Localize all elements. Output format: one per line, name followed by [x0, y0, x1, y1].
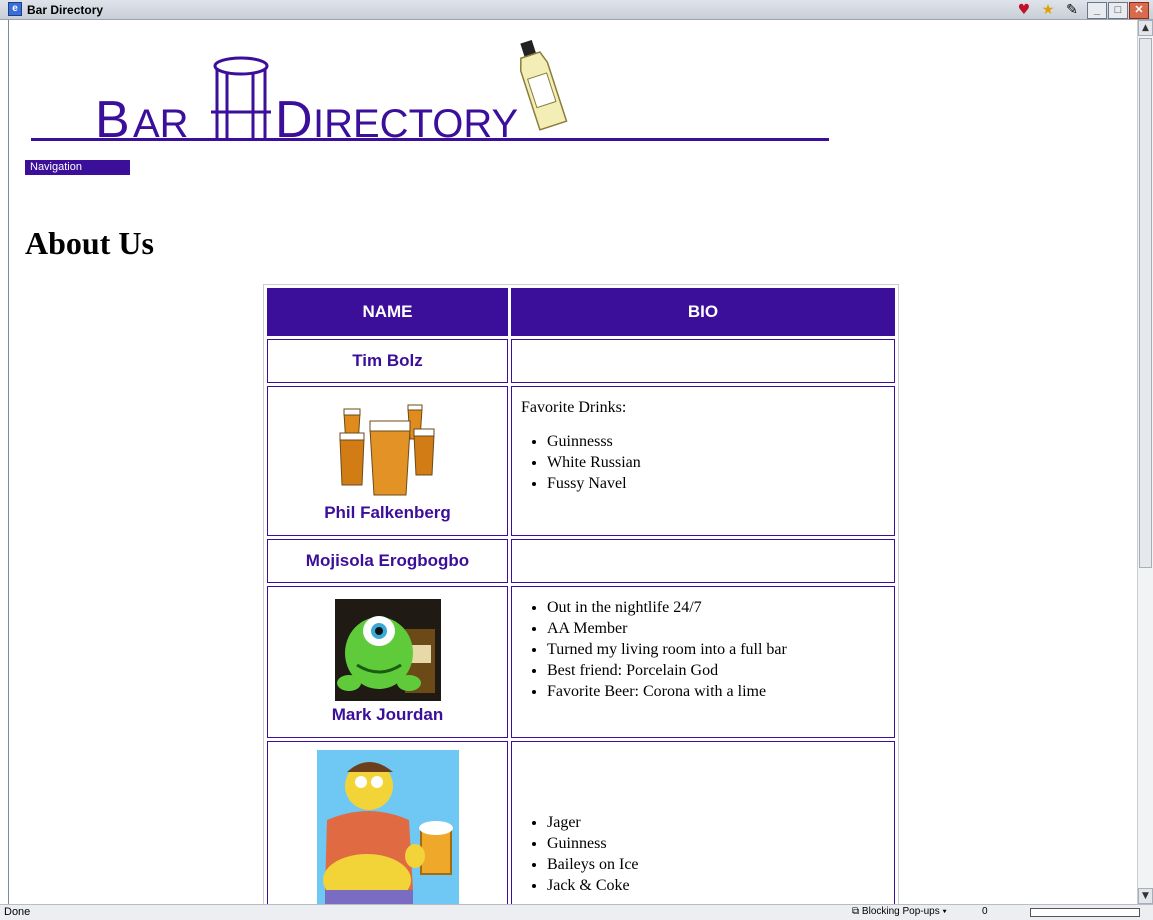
vertical-scrollbar[interactable]: ▲ ▼ [1137, 20, 1153, 904]
favorite-drinks-label: Favorite Drinks: [521, 399, 627, 416]
person-name: Mojisola Erogbogbo [305, 551, 470, 570]
popup-blocker-label: Blocking Pop-ups [861, 906, 940, 917]
person-name: Mark Jourdan [331, 705, 444, 724]
favorites-add-icon[interactable]: ★ [1039, 1, 1057, 19]
bar-directory-logo: B AR D IRECTORY [95, 40, 568, 149]
bio-cell: Out in the nightlife 24/7 AA Member Turn… [511, 586, 895, 738]
logo-underline [31, 138, 829, 141]
name-cell: Phil Falkenberg [267, 386, 508, 536]
toolbar-icons: ♥ ★ ✎ [1015, 1, 1081, 19]
page-content: B AR D IRECTORY Navigation About Us NAME… [8, 20, 1137, 904]
list-item: Jack & Coke [547, 875, 893, 896]
bio-cell: Jager Guinness Baileys on Ice Jack & Cok… [511, 741, 895, 904]
table-row: Jager Guinness Baileys on Ice Jack & Cok… [267, 741, 895, 904]
table-row: Tim Bolz [267, 339, 895, 383]
name-cell [267, 741, 508, 904]
status-bar: Done ⧉ Blocking Pop-ups ▾ 0 [0, 904, 1153, 920]
scroll-thumb[interactable] [1139, 38, 1152, 568]
window-title-bar: e Bar Directory ♥ ★ ✎ _ □ ✕ [0, 0, 1153, 20]
list-item: Out in the nightlife 24/7 [547, 597, 893, 618]
name-cell: Mojisola Erogbogbo [267, 539, 508, 583]
list-item: Favorite Beer: Corona with a lime [547, 681, 893, 702]
name-cell: Tim Bolz [267, 339, 508, 383]
dropdown-arrow-icon[interactable]: ▾ [943, 906, 947, 917]
bio-cell: Favorite Drinks: Guinnesss White Russian… [511, 386, 895, 536]
list-item: Guinness [547, 833, 893, 854]
list-item: Guinnesss [547, 431, 893, 452]
table-row: Phil Falkenberg Favorite Drinks: Guinnes… [267, 386, 895, 536]
table-row: Mark Jourdan Out in the nightlife 24/7 A… [267, 586, 895, 738]
popup-count: 0 [982, 906, 988, 917]
name-column-header: NAME [267, 288, 508, 336]
barney-cartoon-image [316, 750, 459, 904]
heart-icon[interactable]: ♥ [1015, 1, 1033, 19]
close-button[interactable]: ✕ [1129, 2, 1149, 19]
bio-list: Jager Guinness Baileys on Ice Jack & Cok… [513, 812, 893, 896]
table-row: Mojisola Erogbogbo [267, 539, 895, 583]
monster-image [334, 599, 441, 701]
status-text: Done [4, 906, 31, 918]
window-title: Bar Directory [27, 3, 104, 17]
bio-list: Out in the nightlife 24/7 AA Member Turn… [513, 597, 893, 702]
bio-list: Guinnesss White Russian Fussy Navel [513, 431, 893, 494]
edit-icon[interactable]: ✎ [1063, 1, 1081, 19]
person-name: Tim Bolz [352, 351, 423, 370]
page-title: About Us [25, 225, 154, 261]
person-name: Phil Falkenberg [324, 503, 451, 522]
name-cell: Mark Jourdan [267, 586, 508, 738]
popup-blocker[interactable]: ⧉ Blocking Pop-ups ▾ [852, 906, 947, 917]
beer-glasses-image [338, 404, 435, 496]
list-item: Baileys on Ice [547, 854, 893, 875]
maximize-button[interactable]: □ [1108, 2, 1128, 19]
window-controls: _ □ ✕ [1087, 2, 1149, 19]
list-item: AA Member [547, 618, 893, 639]
navigation-tab[interactable]: Navigation [25, 160, 130, 175]
minimize-button[interactable]: _ [1087, 2, 1107, 19]
list-item: Jager [547, 812, 893, 833]
scroll-up-arrow-icon[interactable]: ▲ [1138, 20, 1153, 36]
list-item: Best friend: Porcelain God [547, 660, 893, 681]
bio-cell [511, 539, 895, 583]
list-item: Turned my living room into a full bar [547, 639, 893, 660]
about-us-table: NAME BIO Tim Bolz Phil Falkenberg Favori… [263, 284, 899, 904]
list-item: Fussy Navel [547, 473, 893, 494]
progress-bar [1030, 908, 1140, 917]
popup-blocked-icon: ⧉ [852, 906, 860, 917]
scroll-down-arrow-icon[interactable]: ▼ [1138, 888, 1153, 904]
bio-column-header: BIO [511, 288, 895, 336]
list-item: White Russian [547, 452, 893, 473]
browser-icon: e [8, 2, 22, 16]
bio-cell [511, 339, 895, 383]
